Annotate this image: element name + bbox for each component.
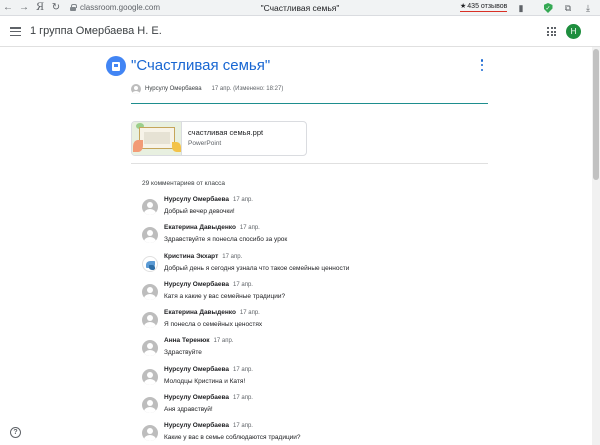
bookmark-icon[interactable]: ▮ xyxy=(514,1,528,15)
extensions-icon[interactable]: ⧉ xyxy=(561,1,575,15)
assignment-material-icon xyxy=(106,56,126,76)
google-apps-icon[interactable] xyxy=(547,27,556,36)
back-arrow-icon[interactable]: ← xyxy=(0,0,16,16)
address-bar[interactable]: classroom.google.com xyxy=(70,3,180,12)
comment-author: Екатерина Давыденко xyxy=(164,224,236,232)
post-author: Нурсулу Омербаева xyxy=(145,86,202,92)
comment-date: 17 апр. xyxy=(239,225,260,232)
attachment-card[interactable]: счастливая семья.ppt PowerPoint xyxy=(131,121,307,156)
comment-author: Нурсулу Омербаева xyxy=(164,280,230,288)
more-options-icon[interactable] xyxy=(480,59,484,71)
protect-shield-icon[interactable]: ✓ xyxy=(541,1,555,15)
comment-text: Катя а какие у вас семейные традиции? xyxy=(164,292,286,300)
comment-text: Какие у вас в семье соблюдаются традиции… xyxy=(164,434,301,442)
comment-author: Кристина Экхарт xyxy=(164,252,219,260)
download-icon[interactable]: ⤓ xyxy=(581,1,595,15)
scrollbar-thumb[interactable] xyxy=(593,49,599,180)
comment-text: Я понесла о семейных ценостях xyxy=(164,321,263,329)
commenter-avatar xyxy=(142,368,158,385)
comment-text: Добрый день я сегодня узнала что такое с… xyxy=(164,264,350,272)
class-title[interactable]: 1 группа Омербаева Н. Е. xyxy=(30,25,162,37)
page-scrollbar[interactable] xyxy=(592,47,600,445)
comment-item: Нурсулу Омербаева 17 апр. Аня здравствуй! xyxy=(142,392,482,420)
comment-date: 17 апр. xyxy=(222,253,243,260)
browser-toolbar: ← → Я ↻ classroom.google.com "Счастливая… xyxy=(0,0,600,16)
commenter-avatar xyxy=(142,397,158,414)
attachment-type: PowerPoint xyxy=(188,140,222,147)
commenter-avatar xyxy=(142,340,158,357)
commenter-avatar xyxy=(142,425,158,442)
class-comments-header[interactable]: 29 комментариев от класса xyxy=(142,180,225,187)
commenter-avatar xyxy=(142,283,158,300)
comment-text: Добрый вечер девочки! xyxy=(164,208,235,215)
attachment-thumbnail xyxy=(132,122,182,155)
comment-date: 17 апр. xyxy=(233,281,253,288)
author-avatar xyxy=(131,84,141,94)
comment-author: Нурсулу Омербаева xyxy=(164,394,230,402)
comment-item: Екатерина Давыденко 17 апр. Я понесла о с… xyxy=(142,307,482,335)
commenter-avatar xyxy=(142,227,158,244)
help-icon[interactable]: ? xyxy=(10,427,21,438)
comment-item: Нурсулу Омербаева 17 апр. Молодцы Кристин… xyxy=(142,364,482,392)
comment-item: Нурсулу Омербаева 17 апр. Добрый вечер де… xyxy=(142,194,482,222)
post-title: "Счастливая семья" xyxy=(131,57,271,74)
shield-check-glyph: ✓ xyxy=(543,3,553,13)
post-meta: Нурсулу Омербаева 17 апр. (Изменено: 18:… xyxy=(131,84,283,94)
reviews-count: 435 отзывов xyxy=(467,2,508,10)
menu-icon[interactable] xyxy=(10,27,21,36)
comments-list: Нурсулу Омербаева 17 апр. Добрый вечер де… xyxy=(142,194,482,445)
url-text: classroom.google.com xyxy=(80,3,161,12)
classroom-header: 1 группа Омербаева Н. Е. Н xyxy=(0,17,600,47)
commenter-avatar xyxy=(142,312,158,329)
comment-author: Нурсулу Омербаева xyxy=(164,196,230,203)
commenter-avatar xyxy=(142,199,158,215)
comment-date: 17 апр. xyxy=(233,395,253,402)
comment-date: 17 апр. xyxy=(233,366,253,373)
account-avatar[interactable]: Н xyxy=(566,24,581,39)
comment-author: Нурсулу Омербаева xyxy=(164,422,230,430)
section-divider xyxy=(131,163,488,164)
post-divider xyxy=(131,103,488,104)
comment-author: Екатерина Давыденко xyxy=(164,309,236,317)
comment-date: 17 апр. xyxy=(233,197,253,203)
comment-item: Екатерина Давыденко 17 апр. Здравствуйте … xyxy=(142,222,482,250)
comment-date: 17 апр. xyxy=(233,423,253,430)
lock-icon xyxy=(70,4,77,11)
comment-author: Нурсулу Омербаева xyxy=(164,365,230,373)
comment-text: Молодцы Кристина и Катя! xyxy=(164,377,246,385)
post-date: 17 апр. (Изменено: 18:27) xyxy=(211,86,284,92)
commenter-avatar xyxy=(142,255,158,272)
comment-item: Нурсулу Омербаева 17 апр. Катя а какие у … xyxy=(142,279,482,307)
comment-date: 17 апр. xyxy=(213,338,234,345)
attachment-name: счастливая семья.ppt xyxy=(188,128,264,137)
comment-text: Здравствуйте я понесла спосибо за урок xyxy=(164,236,288,244)
comment-item: Кристина Экхарт 17 апр. Добрый день я сег… xyxy=(142,251,482,279)
comment-text: Аня здравствуй! xyxy=(164,406,213,414)
comment-text: Здраствуйте xyxy=(164,349,202,357)
yandex-icon[interactable]: Я xyxy=(32,2,48,13)
comment-item: Анна Теренюк 17 апр. Здраствуйте xyxy=(142,335,482,363)
comment-date: 17 апр. xyxy=(239,310,260,317)
reviews-badge[interactable]: ★ 435 отзывов xyxy=(460,2,508,12)
comment-item: Нурсулу Омербаева 17 апр. Какие у вас в с… xyxy=(142,420,482,445)
star-icon: ★ xyxy=(460,3,467,10)
forward-arrow-icon[interactable]: → xyxy=(16,0,32,16)
comment-author: Анна Теренюк xyxy=(164,337,210,345)
refresh-icon[interactable]: ↻ xyxy=(48,0,64,16)
